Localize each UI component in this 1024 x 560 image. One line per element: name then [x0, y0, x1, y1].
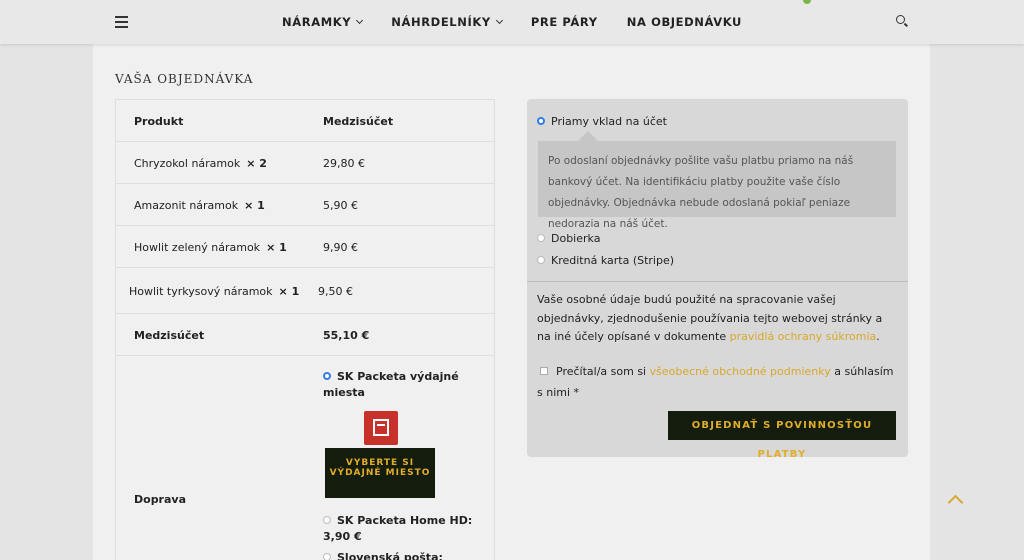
item-price: 9,90 €	[323, 241, 358, 254]
column-subtotal: Medzisúčet	[323, 115, 394, 128]
radio-selected[interactable]	[537, 117, 545, 125]
terms-checkbox[interactable]	[540, 367, 548, 375]
nav-item-naramky[interactable]: NÁRAMKY	[282, 0, 364, 44]
divider	[527, 281, 908, 282]
item-name: Amazonit náramok	[134, 199, 239, 212]
payment-option-cod[interactable]: Dobierka	[537, 232, 600, 245]
search-icon[interactable]	[896, 15, 908, 27]
nav-item-nahrdelniky[interactable]: NÁHRDELNÍKY	[391, 0, 503, 44]
table-row: Howlit tyrkysový náramok × 1 9,50 €	[116, 268, 494, 314]
select-pickup-point-button[interactable]: VYBERTE SI VÝDAJNÉ MIESTO	[325, 448, 435, 498]
item-qty: × 2	[246, 157, 267, 170]
terms-checkbox-row: Prečítal/a som si všeobecné obchodné pod…	[537, 365, 894, 399]
item-name: Chryzokol náramok	[134, 157, 241, 170]
shipping-option-packeta-home[interactable]: SK Packeta Home HD: 3,90 €	[323, 513, 473, 545]
nav-item-pre-pary[interactable]: PRE PÁRY	[531, 0, 598, 44]
radio[interactable]	[537, 234, 545, 242]
radio[interactable]	[323, 516, 331, 524]
table-row: Amazonit náramok × 1 5,90 €	[116, 184, 494, 226]
order-table: Produkt Medzisúčet Chryzokol náramok × 2 …	[115, 99, 495, 560]
item-name: Howlit tyrkysový náramok	[129, 285, 273, 298]
payment-option-stripe[interactable]: Kreditná karta (Stripe)	[537, 254, 674, 267]
subtotal-row: Medzisúčet 55,10 €	[116, 314, 494, 356]
nav-item-na-objednavku[interactable]: NA OBJEDNÁVKU	[627, 0, 742, 44]
table-header: Produkt Medzisúčet	[116, 100, 494, 142]
item-price: 29,80 €	[323, 157, 365, 170]
radio[interactable]	[323, 553, 331, 560]
packeta-logo-icon	[364, 411, 398, 445]
section-title: VAŠA OBJEDNÁVKA	[115, 72, 254, 86]
place-order-button[interactable]: OBJEDNAŤ S POVINNOSŤOU PLATBY	[668, 411, 896, 460]
terms-link[interactable]: všeobecné obchodné podmienky	[650, 365, 831, 378]
item-price: 9,50 €	[318, 285, 353, 298]
shipping-option-slovenska-posta[interactable]: Slovenská pošta: 2,90 €	[323, 550, 473, 560]
item-name: Howlit zelený náramok	[134, 241, 261, 254]
subtotal-value: 55,10 €	[323, 329, 370, 342]
shipping-label: Doprava	[134, 493, 187, 506]
subtotal-label: Medzisúčet	[134, 329, 205, 342]
table-row: Howlit zelený náramok × 1 9,90 €	[116, 226, 494, 268]
payment-option-bank-transfer[interactable]: Priamy vklad na účet	[537, 115, 667, 128]
payment-description: Po odoslaní objednávky pošlite vašu plat…	[538, 131, 896, 230]
shipping-option-packeta-pickup[interactable]: SK Packeta výdajné miesta	[323, 369, 473, 401]
table-row: Chryzokol náramok × 2 29,80 €	[116, 142, 494, 184]
item-qty: × 1	[266, 241, 287, 254]
chevron-down-icon	[356, 16, 364, 25]
privacy-policy-link[interactable]: pravidlá ochrany súkromia	[730, 330, 877, 343]
main-nav: NÁRAMKY NÁHRDELNÍKY PRE PÁRY NA OBJEDNÁV…	[0, 0, 1024, 44]
radio-selected[interactable]	[323, 372, 331, 380]
scroll-to-top-icon[interactable]	[948, 493, 962, 507]
shipping-row: Doprava SK Packeta výdajné miesta VYBERT…	[116, 356, 494, 560]
column-product: Produkt	[134, 115, 184, 128]
payment-box: Priamy vklad na účet Po odoslaní objedná…	[527, 99, 908, 460]
item-qty: × 1	[278, 285, 300, 298]
site-header: NÁRAMKY NÁHRDELNÍKY PRE PÁRY NA OBJEDNÁV…	[0, 0, 1024, 44]
radio[interactable]	[537, 256, 545, 264]
privacy-notice: Vaše osobné údaje budú použité na spraco…	[537, 293, 883, 343]
checkout-page: VAŠA OBJEDNÁVKA Produkt Medzisúčet Chryz…	[93, 44, 930, 560]
chevron-down-icon	[495, 16, 503, 25]
item-qty: × 1	[244, 199, 265, 212]
item-price: 5,90 €	[323, 199, 358, 212]
